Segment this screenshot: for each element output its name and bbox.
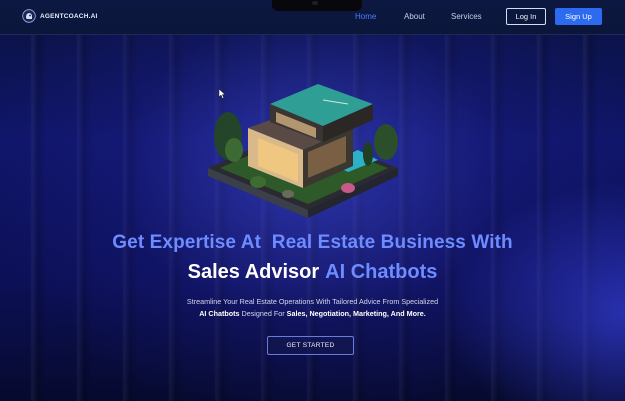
hero-subtitle-line1: Streamline Your Real Estate Operations W… bbox=[186, 297, 439, 306]
hero-subtitle-line2: AI Chatbots Designed For Sales, Negotiat… bbox=[0, 309, 625, 318]
robot-head-icon bbox=[22, 9, 36, 23]
camera-dot bbox=[312, 1, 318, 5]
get-started-button[interactable]: GET STARTED bbox=[267, 336, 354, 355]
mouse-cursor-icon bbox=[219, 89, 226, 99]
brand-logo[interactable]: AGENTCOACH.AI bbox=[22, 9, 98, 23]
headline-ai-chatbots: AI Chatbots bbox=[325, 261, 438, 283]
nav-about-link[interactable]: About bbox=[404, 12, 425, 21]
login-button[interactable]: Log In bbox=[506, 8, 546, 25]
hero-headline-line1: Get Expertise At Real Estate Business Wi… bbox=[112, 232, 513, 253]
house-illustration bbox=[208, 84, 398, 218]
subtitle-bold-services: Sales, Negotiation, Marketing, And More. bbox=[286, 309, 426, 318]
signup-button[interactable]: Sign Up bbox=[555, 8, 602, 25]
headline-sales-advisor: Sales Advisor bbox=[187, 261, 320, 283]
top-navbar: AGENTCOACH.AI Home About Services Log In… bbox=[0, 0, 625, 35]
background-glow bbox=[445, 180, 625, 401]
camera-notch bbox=[272, 0, 362, 11]
subtitle-bold-ai-chatbots: AI Chatbots bbox=[199, 309, 240, 318]
nav-services-link[interactable]: Services bbox=[451, 12, 482, 21]
hero-headline-line2: Sales Advisor AI Chatbots bbox=[0, 261, 625, 284]
nav-home-link[interactable]: Home bbox=[355, 12, 376, 21]
brand-name: AGENTCOACH.AI bbox=[40, 12, 98, 20]
subtitle-mid-text: Designed For bbox=[239, 309, 287, 318]
